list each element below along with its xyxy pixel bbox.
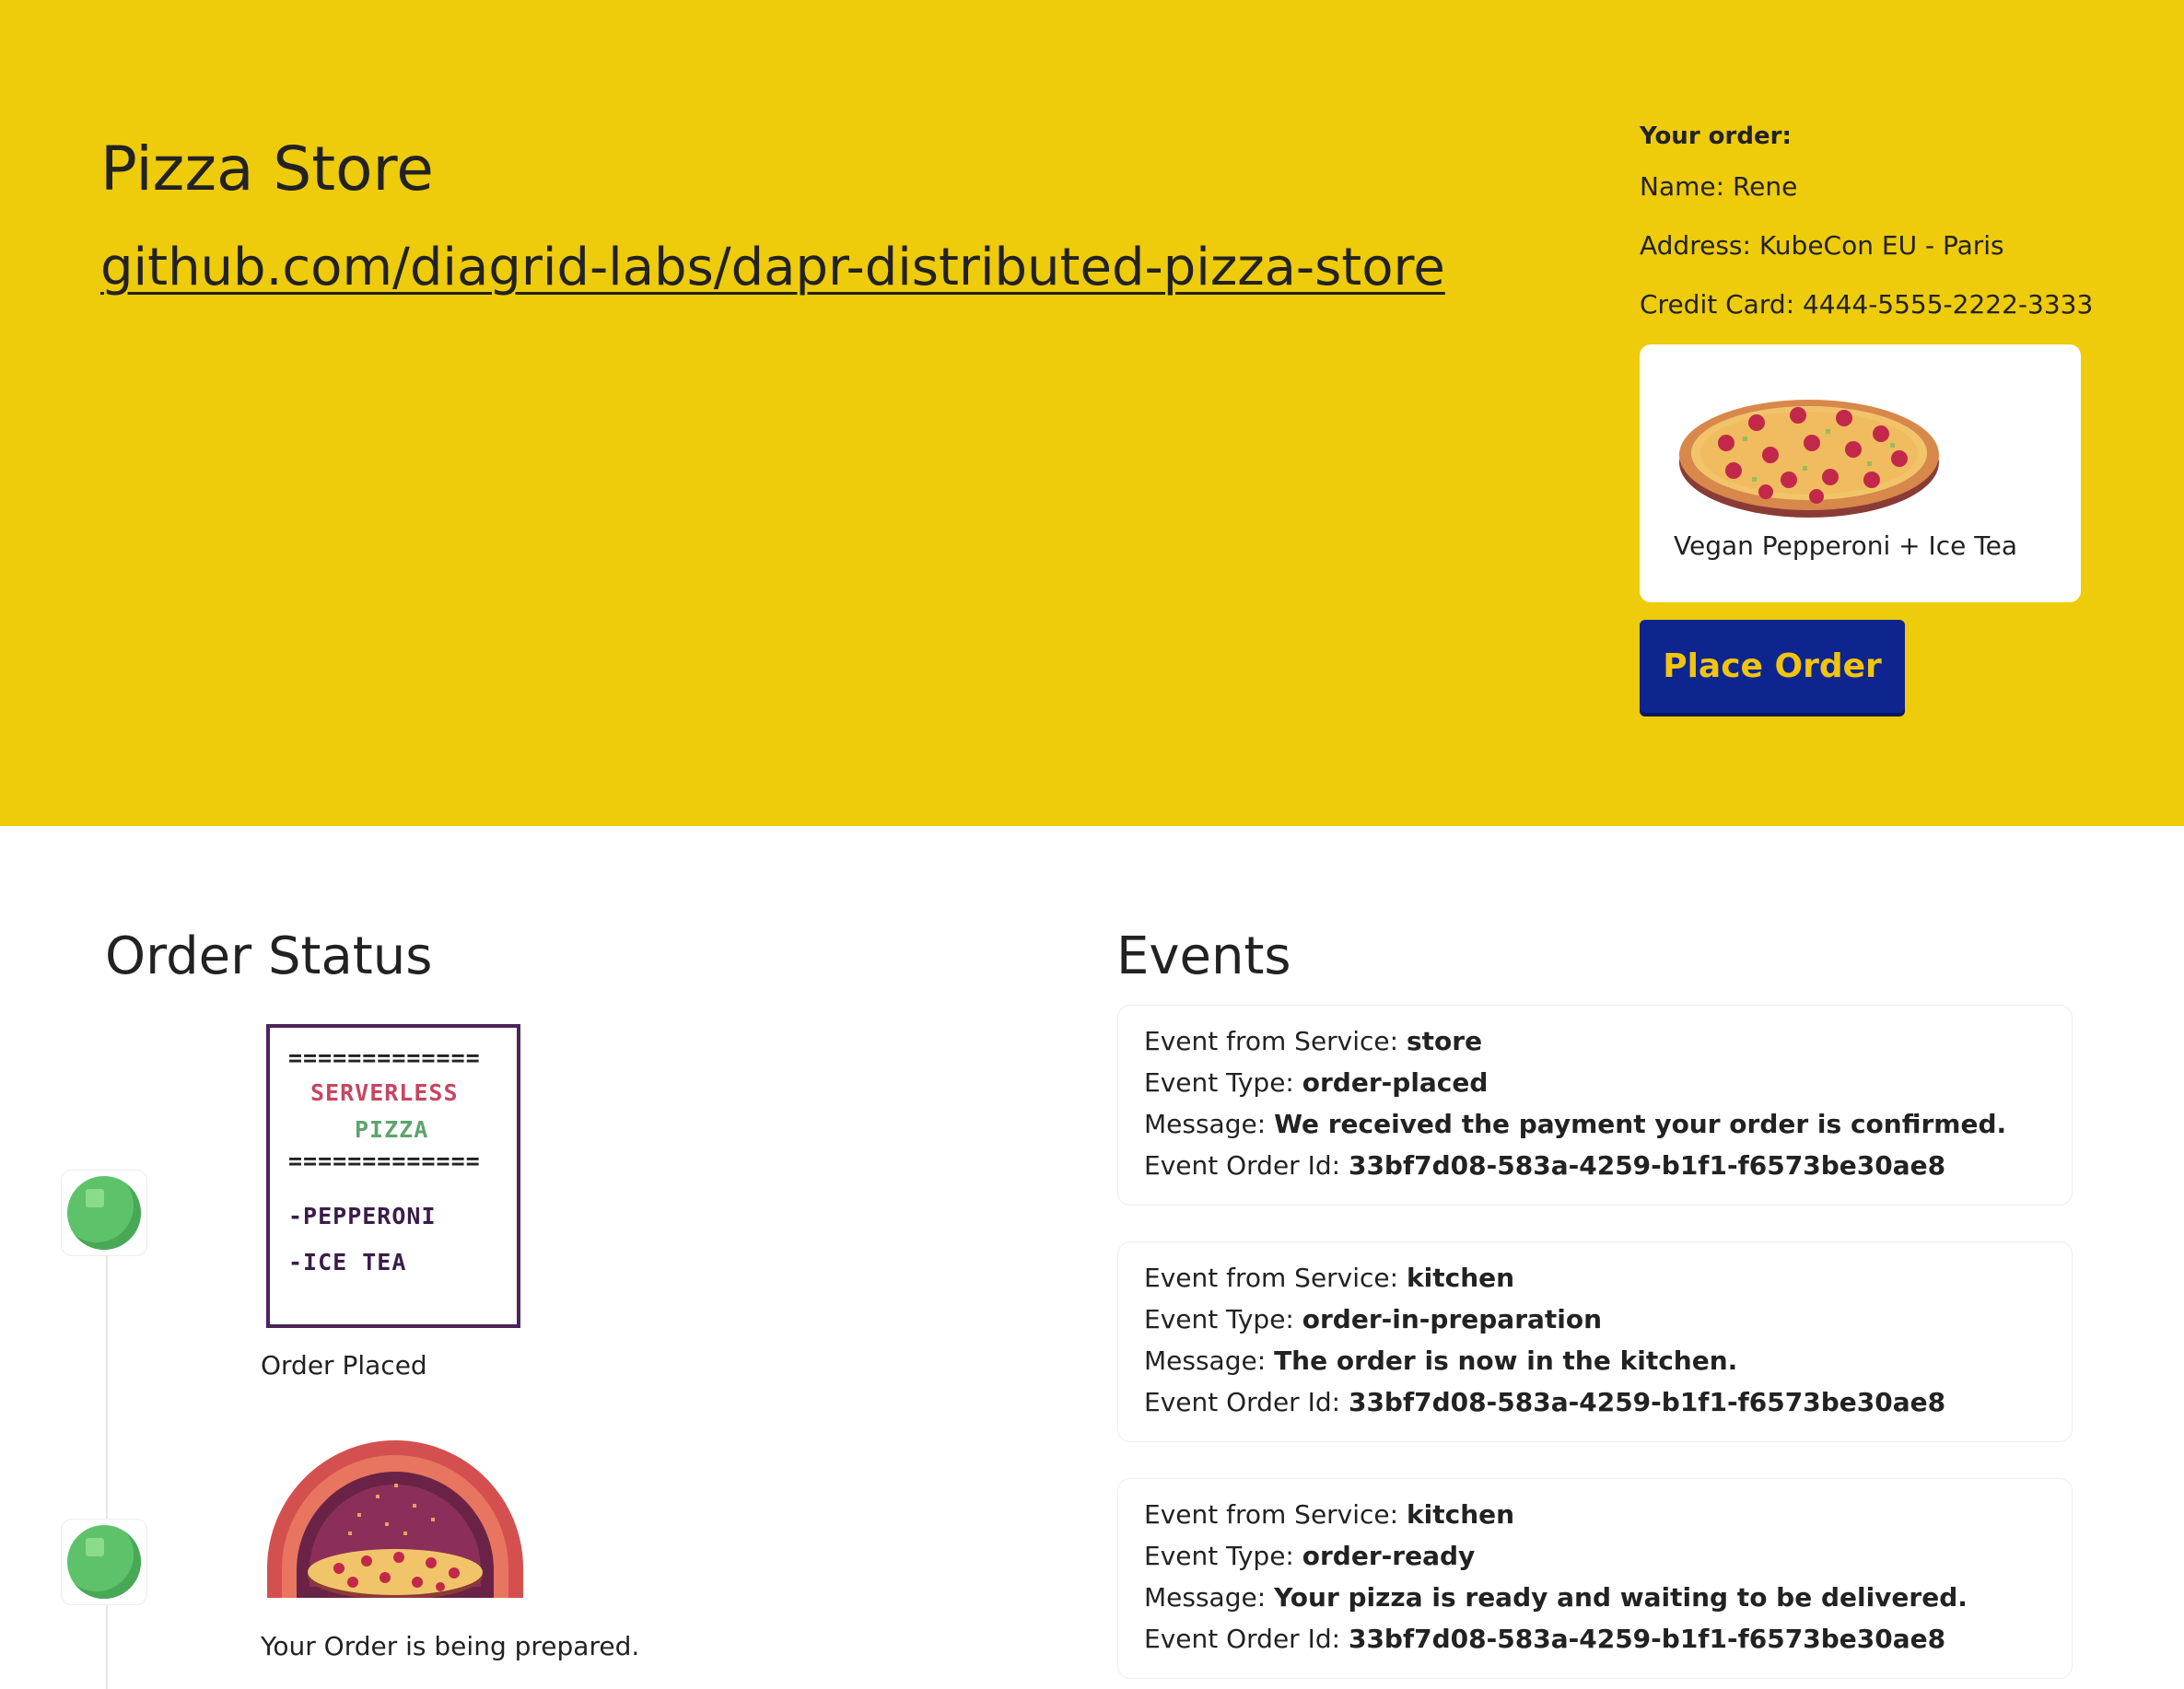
status-dot-icon	[67, 1525, 141, 1599]
event-service: Event from Service: kitchen	[1144, 1499, 1515, 1530]
oven-icon	[267, 1440, 523, 1598]
page-title: Pizza Store	[100, 134, 434, 204]
order-item-card: Vegan Pepperoni + Ice Tea	[1640, 344, 2081, 602]
hero-banner: Pizza Store github.com/diagrid-labs/dapr…	[0, 0, 2184, 826]
event-order-id: Event Order Id: 33bf7d08-583a-4259-b1f1-…	[1144, 1387, 1946, 1417]
receipt-line-pizza: PIZZA	[355, 1116, 429, 1143]
event-card: Event from Service: kitchen Event Type: …	[1117, 1478, 2073, 1679]
order-item-label: Vegan Pepperoni + Ice Tea	[1674, 530, 2017, 561]
order-credit-card: Credit Card: 4444-5555-2222-3333	[1640, 289, 2094, 320]
receipt-icon: ============= SERVERLESS PIZZA =========…	[266, 1024, 520, 1328]
receipt-item-pepperoni: -PEPPERONI	[288, 1203, 437, 1229]
status-node-placed	[61, 1170, 147, 1256]
order-heading: Your order:	[1640, 122, 1792, 150]
timeline-line	[106, 1214, 108, 1689]
receipt-line-serverless: SERVERLESS	[310, 1079, 459, 1106]
events-title: Events	[1116, 926, 1291, 986]
event-service: Event from Service: kitchen	[1144, 1263, 1515, 1293]
receipt-item-ice-tea: -ICE TEA	[288, 1249, 407, 1275]
event-card: Event from Service: kitchen Event Type: …	[1117, 1241, 2073, 1442]
status-caption-preparing: Your Order is being prepared.	[261, 1631, 640, 1661]
receipt-rule-bottom: =============	[288, 1147, 481, 1174]
event-card: Event from Service: store Event Type: or…	[1117, 1005, 2073, 1206]
order-address: Address: KubeCon EU - Paris	[1640, 230, 2004, 261]
event-type: Event Type: order-placed	[1144, 1067, 1489, 1098]
github-repo-link[interactable]: github.com/diagrid-labs/dapr-distributed…	[100, 238, 1445, 297]
order-name: Name: Rene	[1640, 171, 1798, 202]
pizza-icon	[1679, 400, 1939, 518]
event-type: Event Type: order-in-preparation	[1144, 1304, 1603, 1334]
place-order-button[interactable]: Place Order	[1640, 620, 1905, 713]
receipt-rule-top: =============	[288, 1044, 481, 1071]
status-node-preparing	[61, 1519, 147, 1605]
event-message: Message: Your pizza is ready and waiting…	[1144, 1582, 1968, 1613]
order-status-title: Order Status	[105, 926, 433, 986]
status-caption-placed: Order Placed	[261, 1350, 427, 1380]
event-service: Event from Service: store	[1144, 1026, 1483, 1056]
event-order-id: Event Order Id: 33bf7d08-583a-4259-b1f1-…	[1144, 1624, 1946, 1654]
event-order-id: Event Order Id: 33bf7d08-583a-4259-b1f1-…	[1144, 1150, 1946, 1181]
status-dot-icon	[67, 1176, 141, 1250]
event-message: Message: The order is now in the kitchen…	[1144, 1345, 1738, 1376]
event-type: Event Type: order-ready	[1144, 1541, 1476, 1571]
event-message: Message: We received the payment your or…	[1144, 1109, 2007, 1139]
